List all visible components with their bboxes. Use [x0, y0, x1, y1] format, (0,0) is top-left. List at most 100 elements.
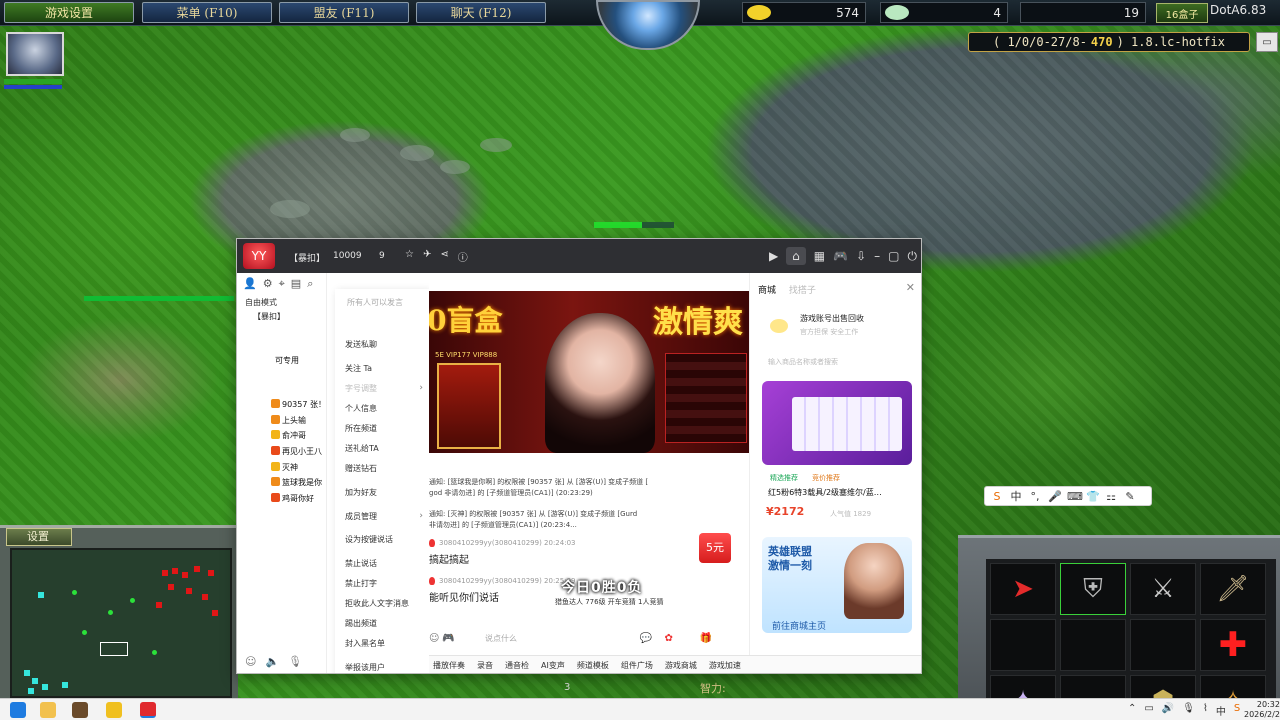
tab-shop[interactable]: 商城 [758, 286, 776, 296]
ime-mode-icon[interactable]: 中 [1010, 488, 1022, 504]
taskbar-clock[interactable]: 20:32 2026/2/2 [1244, 700, 1280, 720]
item-slot[interactable]: 🗡 [1200, 563, 1266, 615]
favorite-icon[interactable]: ☆ [405, 249, 414, 264]
chat-button[interactable]: 聊天 (F12) [416, 2, 546, 23]
mic-icon[interactable]: 🎙 [288, 655, 302, 668]
game-app-icon[interactable] [72, 702, 88, 718]
list-item[interactable]: 俞冲哥 [271, 430, 306, 441]
main-menu-button[interactable]: 菜单 (F10) [142, 2, 272, 23]
ime-keyboard-icon[interactable]: ⌨ [1067, 490, 1083, 503]
record-button[interactable]: 录音 [477, 660, 493, 671]
accompaniment-button[interactable]: 播放伴奏 [433, 660, 465, 671]
volume-icon[interactable]: 🔊 [1162, 703, 1174, 718]
menu-item-report[interactable]: 举报该用户 [345, 662, 385, 673]
list-item[interactable]: 鸡哥你好 [271, 493, 314, 504]
speaker-icon[interactable]: 🔈 [265, 655, 279, 668]
ime-toolbar[interactable]: S 中 °, 🎤 ⌨ 👕 ⚏ ✎ [984, 486, 1152, 506]
board-icon[interactable]: ▤ [291, 277, 301, 291]
avatar[interactable]: ☺ [245, 655, 256, 668]
video-icon[interactable]: ▶ [769, 249, 778, 263]
wifi-icon[interactable]: ⌇ [1203, 703, 1208, 718]
allies-button[interactable]: 盟友 (F11) [279, 2, 409, 23]
network-icon[interactable]: ▭ [1144, 703, 1153, 718]
menu-item-private-chat[interactable]: 发送私聊 [345, 339, 377, 350]
go-shop-link[interactable]: 前往商城主页 [772, 619, 826, 632]
item-slot[interactable]: ✚ [1200, 619, 1266, 671]
hero-portrait[interactable] [6, 32, 64, 76]
promo-banner[interactable]: 0盲盒 激情爽 5E VIP177 VIP888 [429, 291, 749, 453]
menu-item-add-friend[interactable]: 加为好友 [345, 487, 377, 498]
info-icon[interactable]: ⓘ [458, 249, 468, 264]
menu-item-push-to-talk[interactable]: 设为按键说话 [345, 534, 393, 545]
widget-plaza-button[interactable]: 组件广场 [621, 660, 653, 671]
game-boost-button[interactable]: 游戏加速 [709, 660, 741, 671]
mic-tray-icon[interactable]: 🎙 [1182, 703, 1195, 718]
member-group[interactable]: 可专用 [275, 355, 299, 366]
minimap-settings-tab[interactable]: 设置 [6, 528, 72, 546]
menu-item-block-text[interactable]: 拒收此人文字消息 [345, 598, 409, 609]
close-icon[interactable]: ✕ [906, 281, 915, 294]
list-item[interactable]: 上头输 [271, 415, 306, 426]
menu-item-channel[interactable]: 所在频道 [345, 423, 377, 434]
channel-template-button[interactable]: 频道模板 [577, 660, 609, 671]
location-icon[interactable]: ⌖ [279, 277, 285, 291]
list-item[interactable]: 篮球我是你 [271, 477, 322, 488]
share-icon[interactable]: ⋖ [440, 249, 448, 264]
bubble-icon[interactable]: 💬 [640, 633, 652, 644]
red-packet-button[interactable]: 5元 [699, 533, 731, 563]
file-explorer-icon[interactable] [40, 702, 56, 718]
chat-app-icon[interactable] [106, 702, 122, 718]
menu-item-kick[interactable]: 踢出频道 [345, 618, 377, 629]
account-trade-title[interactable]: 游戏账号出售回收 [800, 313, 864, 324]
item-slot[interactable]: ⚔ [1130, 563, 1196, 615]
list-item[interactable]: 90357 张！ [271, 399, 326, 410]
product-title[interactable]: 红5粉6特3载具/2级塞维尔/蓝… [768, 487, 882, 498]
menu-item-gift-diamond[interactable]: 赠送钻石 [345, 463, 377, 474]
home-icon[interactable]: ⌂ [786, 247, 806, 265]
maximize-icon[interactable]: ▢ [888, 249, 899, 263]
item-slot[interactable]: ⛨ [1060, 563, 1126, 615]
menu-item-font-size[interactable]: 字号调整 [345, 383, 377, 394]
menu-item-no-typing[interactable]: 禁止打字 [345, 578, 377, 589]
menu-item-profile[interactable]: 个人信息 [345, 403, 377, 414]
chat-input[interactable]: 说点什么 [485, 634, 517, 643]
chat-input-bar[interactable]: ☺ 🎮 说点什么 💬 ✿ 🎁 [429, 633, 749, 651]
menu-item-member-manage[interactable]: 成员管理 [345, 511, 377, 522]
mode-select[interactable]: 自由模式 [245, 297, 277, 308]
plane-icon[interactable]: ✈ [423, 249, 431, 264]
start-icon[interactable] [10, 702, 26, 718]
window-titlebar[interactable]: YY 【暴扣】 10009 9 ☆ ✈ ⋖ ⓘ ▶ ⌂ ▦ 🎮 ⇩ – ▢ ⏻ [237, 239, 921, 273]
ime-punct-icon[interactable]: °, [1029, 490, 1041, 503]
ime-pen-icon[interactable]: ✎ [1124, 490, 1136, 503]
layout-icon[interactable]: ▦ [814, 249, 825, 263]
gamepad-icon[interactable]: 🎮 [833, 249, 848, 263]
user-icon[interactable]: 👤 [243, 277, 257, 291]
menu-item-blacklist[interactable]: 封入黑名单 [345, 638, 385, 649]
tray-up-icon[interactable]: ⌃ [1128, 703, 1136, 718]
settings-icon[interactable]: ⚙ [263, 277, 273, 291]
shop-search-input[interactable]: 输入商品名称或者搜索 [768, 357, 838, 367]
list-item[interactable]: 灭神 [271, 462, 298, 473]
ime-mic-icon[interactable]: 🎤 [1048, 490, 1062, 503]
game-settings-button[interactable]: 游戏设置 [4, 2, 134, 23]
menu-item-mute[interactable]: 禁止说话 [345, 558, 377, 569]
item-slot[interactable] [1130, 619, 1196, 671]
item-slot[interactable] [990, 619, 1056, 671]
minimap[interactable] [10, 548, 232, 698]
ime-tray-icon[interactable]: 中 [1216, 703, 1226, 718]
gamepad-icon[interactable]: 🎮 [442, 633, 454, 644]
lol-ad-banner[interactable]: 英雄联盟 激情一刻 前往商城主页 [762, 537, 912, 633]
search-icon[interactable]: ⌕ [307, 277, 313, 291]
game-shop-button[interactable]: 游戏商城 [665, 660, 697, 671]
ai-voice-button[interactable]: AI变声 [541, 660, 565, 671]
minimize-icon[interactable]: – [874, 249, 880, 263]
power-icon[interactable]: ⏻ [908, 249, 918, 264]
ime-logo-icon[interactable]: S [991, 490, 1003, 503]
item-slot[interactable] [1060, 619, 1126, 671]
item-slot[interactable]: ➤ [990, 563, 1056, 615]
ime-skin-icon[interactable]: 👕 [1086, 490, 1100, 503]
menu-toggle-icon[interactable]: ▭ [1256, 32, 1278, 52]
channel-root[interactable]: 【暴扣】 [253, 311, 285, 322]
audio-check-button[interactable]: 通音检 [505, 660, 529, 671]
product-image[interactable] [762, 381, 912, 465]
